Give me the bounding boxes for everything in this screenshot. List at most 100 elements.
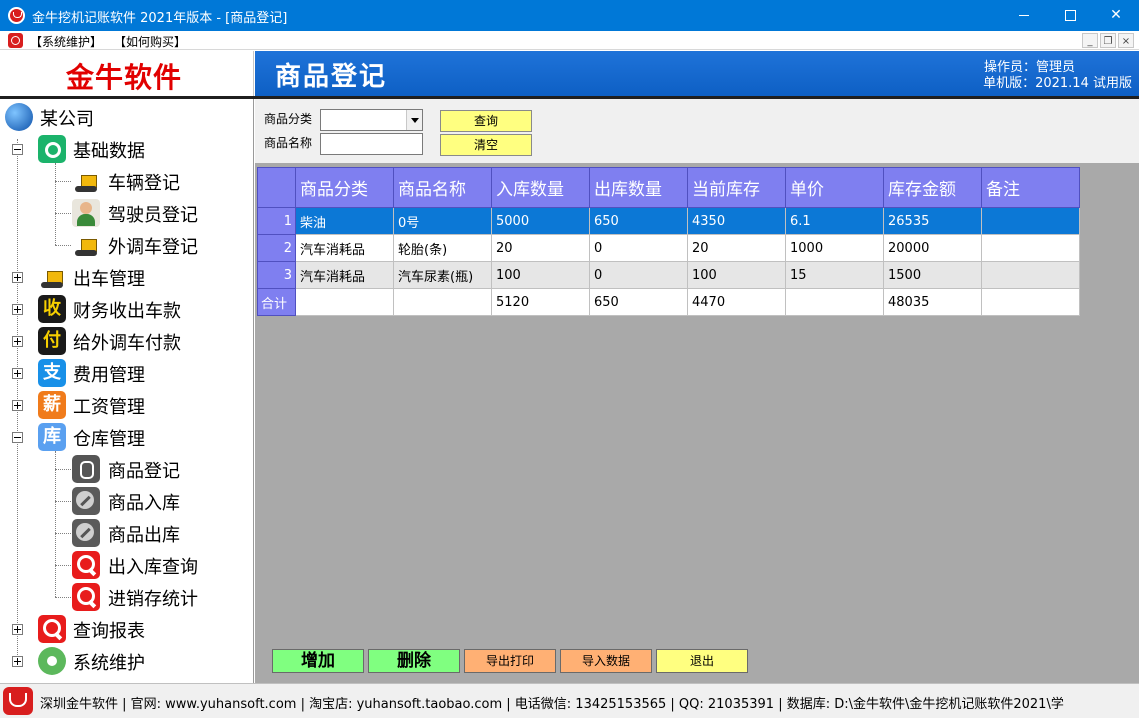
mdi-restore-button[interactable]: ❐ — [1100, 33, 1116, 48]
table-row[interactable]: 3 汽车消耗品 汽车尿素(瓶) 100 0 100 15 1500 — [257, 261, 1080, 289]
brand-name: 金牛软件 — [66, 61, 183, 94]
wrench-icon — [72, 519, 100, 547]
grid-cell[interactable]: 1000 — [785, 234, 884, 262]
search-icon — [72, 551, 100, 579]
export-print-button[interactable]: 导出打印 — [464, 649, 556, 673]
expand-toggle[interactable] — [12, 656, 23, 667]
menu-bar: 【系统维护】 【如何购买】 _ ❐ × — [0, 31, 1139, 50]
window-title: 金牛挖机记账软件 2021年版本 - [商品登记] — [32, 11, 288, 26]
query-button[interactable]: 查询 — [440, 110, 532, 132]
row-number[interactable]: 2 — [257, 234, 296, 262]
grid-cell[interactable]: 汽车尿素(瓶) — [393, 261, 492, 289]
tree-node-label: 系统维护 — [73, 653, 145, 674]
exit-button[interactable]: 退出 — [656, 649, 748, 673]
expand-toggle[interactable] — [12, 272, 23, 283]
tree-node-label: 出车管理 — [73, 269, 145, 290]
name-label: 商品名称 — [264, 136, 313, 150]
category-select[interactable] — [320, 109, 423, 131]
maximize-button[interactable] — [1047, 0, 1093, 31]
title-bar: 金牛挖机记账软件 2021年版本 - [商品登记] ✕ — [0, 0, 1139, 31]
base-data-icon — [38, 135, 66, 163]
column-header[interactable]: 商品分类 — [295, 167, 394, 208]
column-header[interactable]: 出库数量 — [589, 167, 688, 208]
add-button[interactable]: 增加 — [272, 649, 364, 673]
column-header[interactable]: 库存金额 — [883, 167, 982, 208]
tree-node-label: 查询报表 — [73, 621, 145, 642]
expense-icon: 支 — [38, 359, 66, 387]
grid-cell[interactable]: 1500 — [883, 261, 982, 289]
tree-connector — [55, 565, 71, 566]
grid-cell[interactable]: 0号 — [393, 207, 492, 235]
grid-cell[interactable] — [981, 207, 1080, 235]
grid-cell[interactable]: 650 — [589, 207, 688, 235]
grid-cell[interactable]: 100 — [491, 261, 590, 289]
grid-cell[interactable] — [981, 234, 1080, 262]
status-text: 深圳金牛软件 | 官网: www.yuhansoft.com | 淘宝店: yu… — [40, 697, 1064, 712]
tree-connector — [55, 163, 56, 245]
import-data-button[interactable]: 导入数据 — [560, 649, 652, 673]
tree-node-label: 商品登记 — [108, 461, 180, 482]
column-header[interactable]: 当前库存 — [687, 167, 786, 208]
salary-icon: 薪 — [38, 391, 66, 419]
grid-cell[interactable]: 20000 — [883, 234, 982, 262]
grid-cell[interactable]: 柴油 — [295, 207, 394, 235]
expand-toggle[interactable] — [12, 336, 23, 347]
filter-panel: 商品分类 商品名称 查询 清空 — [255, 99, 1139, 163]
delete-button[interactable]: 删除 — [368, 649, 460, 673]
tree-node-label: 费用管理 — [73, 365, 145, 386]
menu-app-icon — [8, 33, 23, 48]
grid-header-row: 商品分类 商品名称 入库数量 出库数量 当前库存 单价 库存金额 备注 — [257, 167, 1080, 208]
mdi-minimize-button[interactable]: _ — [1082, 33, 1098, 48]
search-icon — [38, 615, 66, 643]
mdi-close-button[interactable]: × — [1118, 33, 1134, 48]
minimize-button[interactable] — [1001, 0, 1047, 31]
menu-how-to-buy[interactable]: 【如何购买】 — [114, 33, 186, 50]
grid-cell[interactable]: 0 — [589, 261, 688, 289]
tree-connector — [55, 501, 71, 502]
grid-cell[interactable]: 15 — [785, 261, 884, 289]
excavator-icon — [38, 263, 66, 291]
grid-cell[interactable]: 20 — [687, 234, 786, 262]
expand-toggle[interactable] — [12, 624, 23, 635]
column-header[interactable]: 单价 — [785, 167, 884, 208]
table-row[interactable]: 2 汽车消耗品 轮胎(条) 20 0 20 1000 20000 — [257, 234, 1080, 262]
tree-connector — [55, 245, 71, 246]
grid-cell[interactable]: 6.1 — [785, 207, 884, 235]
tree-connector — [55, 213, 71, 214]
nav-tree: 某公司 基础数据 车辆登记 驾驶员登记 外调车登记 出车管理 收 财务收出车款 … — [0, 99, 254, 683]
driver-icon — [72, 199, 100, 227]
total-cell: 650 — [589, 288, 688, 316]
expand-toggle[interactable] — [12, 368, 23, 379]
collapse-toggle[interactable] — [12, 144, 23, 155]
grid-cell[interactable]: 汽车消耗品 — [295, 261, 394, 289]
table-row[interactable]: 1 柴油 0号 5000 650 4350 6.1 26535 — [257, 207, 1080, 235]
chevron-down-icon[interactable] — [406, 110, 422, 130]
clear-button[interactable]: 清空 — [440, 134, 532, 156]
company-logo-icon — [3, 687, 33, 715]
menu-system-maintenance[interactable]: 【系统维护】 — [30, 33, 102, 50]
row-number[interactable]: 1 — [257, 207, 296, 235]
grid-cell[interactable]: 5000 — [491, 207, 590, 235]
total-cell: 48035 — [883, 288, 982, 316]
status-bar: 深圳金牛软件 | 官网: www.yuhansoft.com | 淘宝店: yu… — [0, 683, 1139, 718]
grid-cell[interactable] — [981, 261, 1080, 289]
name-input[interactable] — [320, 133, 423, 155]
expand-toggle[interactable] — [12, 304, 23, 315]
grid-cell[interactable]: 26535 — [883, 207, 982, 235]
expand-toggle[interactable] — [12, 400, 23, 411]
grid-cell[interactable]: 汽车消耗品 — [295, 234, 394, 262]
excavator-icon — [72, 231, 100, 259]
grid-cell[interactable]: 4350 — [687, 207, 786, 235]
grid-cell[interactable]: 轮胎(条) — [393, 234, 492, 262]
grid-cell[interactable]: 100 — [687, 261, 786, 289]
column-header[interactable]: 备注 — [981, 167, 1080, 208]
column-header[interactable]: 商品名称 — [393, 167, 492, 208]
grid-cell[interactable]: 20 — [491, 234, 590, 262]
collapse-toggle[interactable] — [12, 432, 23, 443]
row-number[interactable]: 3 — [257, 261, 296, 289]
close-button[interactable]: ✕ — [1093, 0, 1139, 31]
column-header[interactable]: 入库数量 — [491, 167, 590, 208]
tree-node-label: 驾驶员登记 — [108, 205, 198, 226]
grid-cell[interactable]: 0 — [589, 234, 688, 262]
tree-connector — [55, 533, 71, 534]
